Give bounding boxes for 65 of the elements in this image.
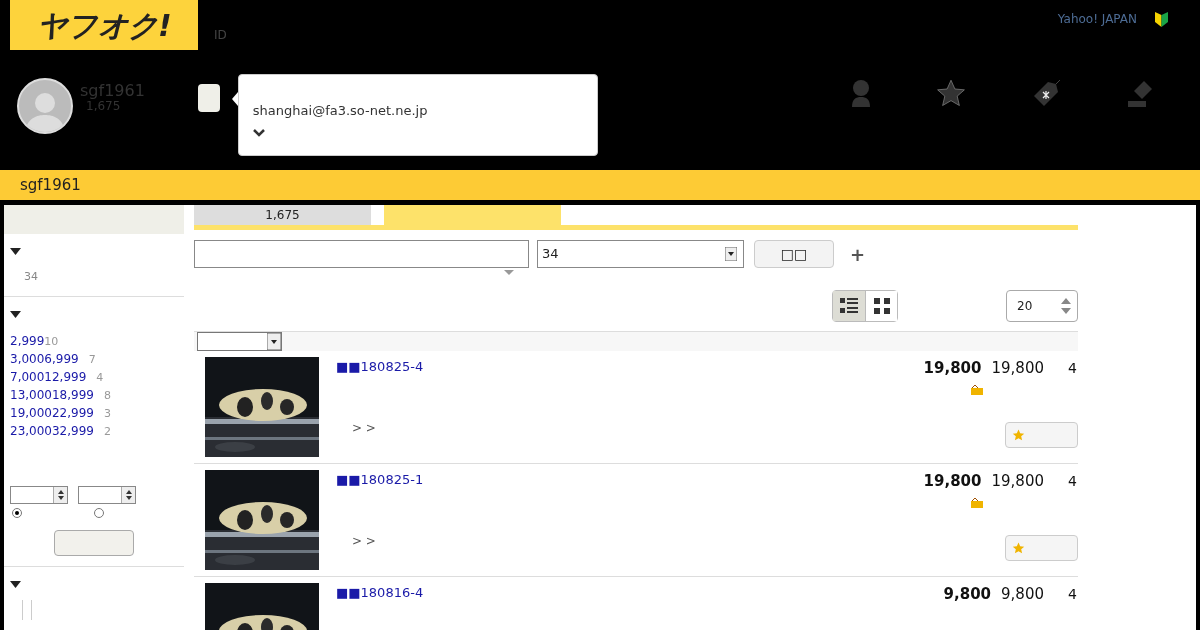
count: 4: [96, 369, 104, 386]
beginner-mark-icon: [1155, 12, 1168, 27]
buy-now-price: 19,800: [991, 471, 1044, 492]
apply-button[interactable]: [54, 529, 134, 556]
current-price: 19,800: [923, 358, 982, 379]
caret-down-icon[interactable]: [10, 248, 21, 255]
radio-button[interactable]: [94, 507, 104, 518]
list-frame: [22, 599, 32, 620]
bid-count: 4: [1068, 585, 1078, 604]
tab[interactable]: 1,675: [194, 205, 371, 225]
grid-icon: [873, 298, 890, 314]
count: 3: [104, 405, 111, 422]
shipping-icon: [970, 383, 984, 396]
price-range-link[interactable]: 3,0006,999: [10, 349, 79, 368]
count: 34: [24, 269, 39, 285]
email: shanghai@fa3.so-net.ne.jp: [252, 102, 429, 120]
count: 7: [88, 351, 96, 368]
number-field[interactable]: [78, 485, 136, 504]
breadcrumb: > >: [352, 419, 377, 437]
count: 2: [104, 423, 111, 440]
avatar[interactable]: [17, 78, 73, 134]
star-icon[interactable]: [936, 79, 966, 107]
item-title-link[interactable]: ■■180825-1: [336, 470, 924, 490]
number-field[interactable]: [10, 485, 68, 504]
count: 8: [104, 387, 111, 404]
price-range-link[interactable]: 13,00018,999: [10, 385, 94, 404]
radio-button[interactable]: [12, 507, 22, 518]
count: 10: [44, 333, 59, 350]
breadcrumb: > >: [352, 532, 377, 550]
per-page-field[interactable]: 20: [1006, 290, 1078, 322]
buy-now-price: 19,800: [991, 358, 1044, 379]
item-title-link[interactable]: ■■180816-4: [336, 583, 944, 603]
item-title-link[interactable]: ■■180825-4: [336, 357, 924, 377]
dropdown-icon: [725, 247, 737, 261]
list-icon: [840, 298, 858, 314]
logo[interactable]: ヤフオク!: [10, 0, 198, 50]
bid-count: 4: [1068, 359, 1078, 378]
spinner-icon: [57, 488, 64, 501]
title-bar: sgf1961: [0, 170, 1200, 200]
current-price: 9,800: [943, 584, 992, 605]
sort-select[interactable]: [197, 332, 282, 351]
price-range-link[interactable]: 19,00022,999: [10, 403, 94, 422]
spinner-icon: [125, 488, 132, 501]
shipping-icon: [970, 496, 984, 509]
caret-down-icon[interactable]: [10, 580, 21, 588]
caret-down-icon[interactable]: [10, 310, 21, 318]
chevron-down-icon[interactable]: [252, 128, 265, 137]
list-view-button[interactable]: [833, 291, 865, 321]
spinner-icon: [1061, 297, 1071, 315]
current-price: 19,800: [923, 471, 982, 492]
grid-view-button[interactable]: [865, 291, 897, 321]
search-button[interactable]: □□: [754, 240, 834, 268]
search-field[interactable]: [194, 240, 529, 268]
note-button[interactable]: [197, 84, 220, 112]
yahoo-link[interactable]: Yahoo! JAPAN: [1057, 10, 1137, 28]
buy-now-price: 9,800: [1001, 584, 1044, 605]
category-select[interactable]: 34: [537, 240, 744, 268]
price-range-link[interactable]: 7,00012,999: [10, 367, 87, 386]
price-range-link[interactable]: 23,00032,999: [10, 421, 94, 440]
id-label: ID: [214, 27, 227, 44]
add-button[interactable]: +: [850, 240, 866, 268]
star-icon: [1012, 428, 1025, 441]
bid-count: 4: [1068, 472, 1078, 491]
star-icon: [1012, 541, 1025, 554]
price-range-link[interactable]: 2,999: [10, 331, 45, 350]
